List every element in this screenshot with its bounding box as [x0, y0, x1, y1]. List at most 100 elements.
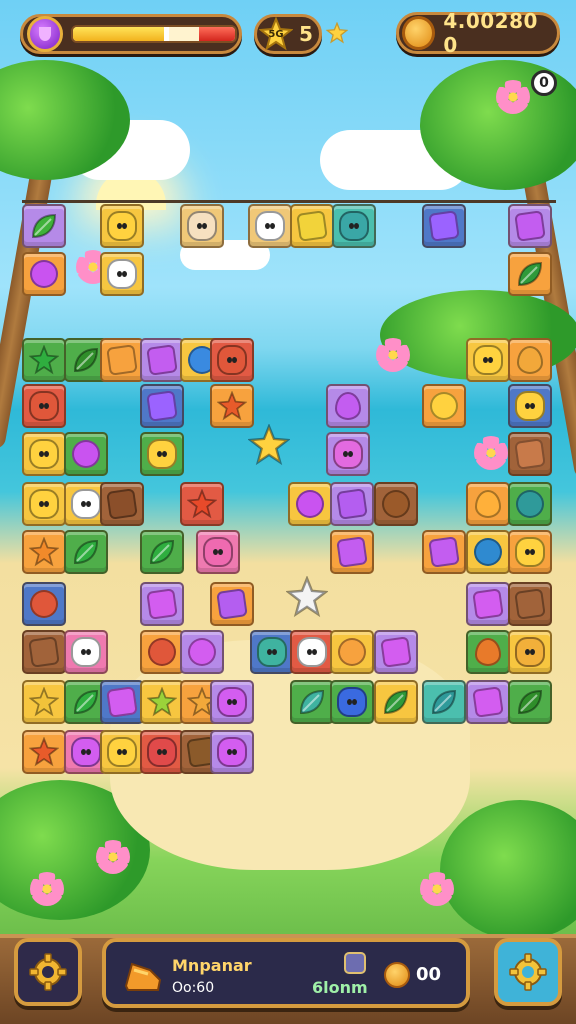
board-tile[interactable]: [140, 730, 184, 774]
square-piece-icon: [472, 588, 504, 620]
board-tile[interactable]: [248, 204, 292, 248]
board-tile[interactable]: [22, 482, 66, 526]
board-tile[interactable]: [330, 630, 374, 674]
face-piece-icon: [29, 391, 59, 421]
board-tile[interactable]: [508, 384, 552, 428]
energy-bar: [71, 25, 237, 43]
board-tile[interactable]: [210, 582, 254, 626]
circle-piece-icon: [148, 638, 176, 666]
board-tile[interactable]: [422, 530, 466, 574]
star-plus-icon[interactable]: [325, 21, 349, 44]
board-tile[interactable]: [22, 582, 66, 626]
leaf-piece-icon: [297, 687, 327, 717]
board-tile[interactable]: [100, 204, 144, 248]
board-tile[interactable]: [290, 630, 334, 674]
timer-badge[interactable]: 0: [531, 70, 557, 96]
star-piece-icon: [29, 687, 59, 717]
board-tile[interactable]: [100, 252, 144, 296]
board-tile[interactable]: [22, 384, 66, 428]
board-tile[interactable]: [140, 432, 184, 476]
circle-piece-icon: [474, 538, 502, 566]
board-tile[interactable]: [466, 630, 510, 674]
board-tile[interactable]: [508, 204, 552, 248]
board-tile[interactable]: [508, 582, 552, 626]
board-tile[interactable]: [508, 530, 552, 574]
star-piece-icon: [147, 687, 177, 717]
board-tile[interactable]: [508, 482, 552, 526]
board-tile[interactable]: [210, 338, 254, 382]
board-tile[interactable]: [422, 680, 466, 724]
board-tile[interactable]: [508, 338, 552, 382]
leaf-piece-icon: [71, 537, 101, 567]
settings-button-left[interactable]: [14, 938, 82, 1006]
board-tile[interactable]: [22, 530, 66, 574]
square-piece-icon: [296, 210, 328, 242]
hibiscus-flower: [496, 80, 530, 114]
level-info-panel[interactable]: Mnpanar Oo:60 6lonm 00: [102, 938, 470, 1008]
board-tile[interactable]: [140, 630, 184, 674]
board-tile[interactable]: [22, 204, 66, 248]
board-tile[interactable]: [22, 680, 66, 724]
board-tile[interactable]: [290, 204, 334, 248]
board-tile[interactable]: [422, 204, 466, 248]
board-tile[interactable]: [100, 482, 144, 526]
board-tile[interactable]: [22, 432, 66, 476]
board-tile[interactable]: [140, 384, 184, 428]
board-tile[interactable]: [22, 252, 66, 296]
board-tile[interactable]: [508, 630, 552, 674]
board-tile[interactable]: [466, 530, 510, 574]
board-tile[interactable]: [332, 204, 376, 248]
leaf-piece-icon: [29, 211, 59, 241]
face-piece-icon: [217, 687, 247, 717]
board-tile[interactable]: [466, 338, 510, 382]
board-tile[interactable]: [140, 582, 184, 626]
board-tile[interactable]: [374, 680, 418, 724]
board-tile[interactable]: [196, 530, 240, 574]
board-tile[interactable]: [290, 680, 334, 724]
board-tile[interactable]: [64, 432, 108, 476]
board-tile[interactable]: [210, 680, 254, 724]
board-tile[interactable]: [210, 730, 254, 774]
board-tile[interactable]: [288, 482, 332, 526]
board-tile[interactable]: [466, 582, 510, 626]
board-tile[interactable]: [326, 384, 370, 428]
board-tile[interactable]: [140, 338, 184, 382]
leaf-piece-icon: [147, 537, 177, 567]
board-tile[interactable]: [140, 680, 184, 724]
board-tile[interactable]: [64, 630, 108, 674]
board-tile[interactable]: [22, 730, 66, 774]
board-tile[interactable]: [22, 338, 66, 382]
circle-piece-icon: [188, 638, 216, 666]
loose-snowflake-piece[interactable]: [285, 575, 329, 622]
board-tile[interactable]: [100, 338, 144, 382]
board-tile[interactable]: [210, 384, 254, 428]
board-tile[interactable]: [250, 630, 294, 674]
board-tile[interactable]: [330, 680, 374, 724]
board-tile[interactable]: [100, 730, 144, 774]
board-tile[interactable]: [374, 630, 418, 674]
board-tile[interactable]: [180, 630, 224, 674]
board-tile[interactable]: [508, 680, 552, 724]
coin-counter[interactable]: 4.00280 0: [396, 9, 560, 57]
settings-button-right[interactable]: [494, 938, 562, 1006]
board-tile[interactable]: [22, 630, 66, 674]
board-tile[interactable]: [466, 680, 510, 724]
board-tile[interactable]: [64, 530, 108, 574]
board-tile[interactable]: [330, 482, 374, 526]
board-tile[interactable]: [466, 482, 510, 526]
board-tile[interactable]: [140, 530, 184, 574]
board-tile[interactable]: [330, 530, 374, 574]
board-tile[interactable]: [100, 680, 144, 724]
board-tile[interactable]: [508, 252, 552, 296]
board-tile[interactable]: [180, 204, 224, 248]
face-piece-icon: [71, 637, 101, 667]
face-piece-icon: [473, 345, 503, 375]
energy-meter[interactable]: [20, 14, 242, 54]
board-tile[interactable]: [508, 432, 552, 476]
board-tile[interactable]: [422, 384, 466, 428]
board-tile[interactable]: [326, 432, 370, 476]
star-counter[interactable]: 5G 5: [254, 14, 322, 54]
board-tile[interactable]: [374, 482, 418, 526]
loose-star-piece[interactable]: [247, 423, 291, 470]
board-tile[interactable]: [180, 482, 224, 526]
